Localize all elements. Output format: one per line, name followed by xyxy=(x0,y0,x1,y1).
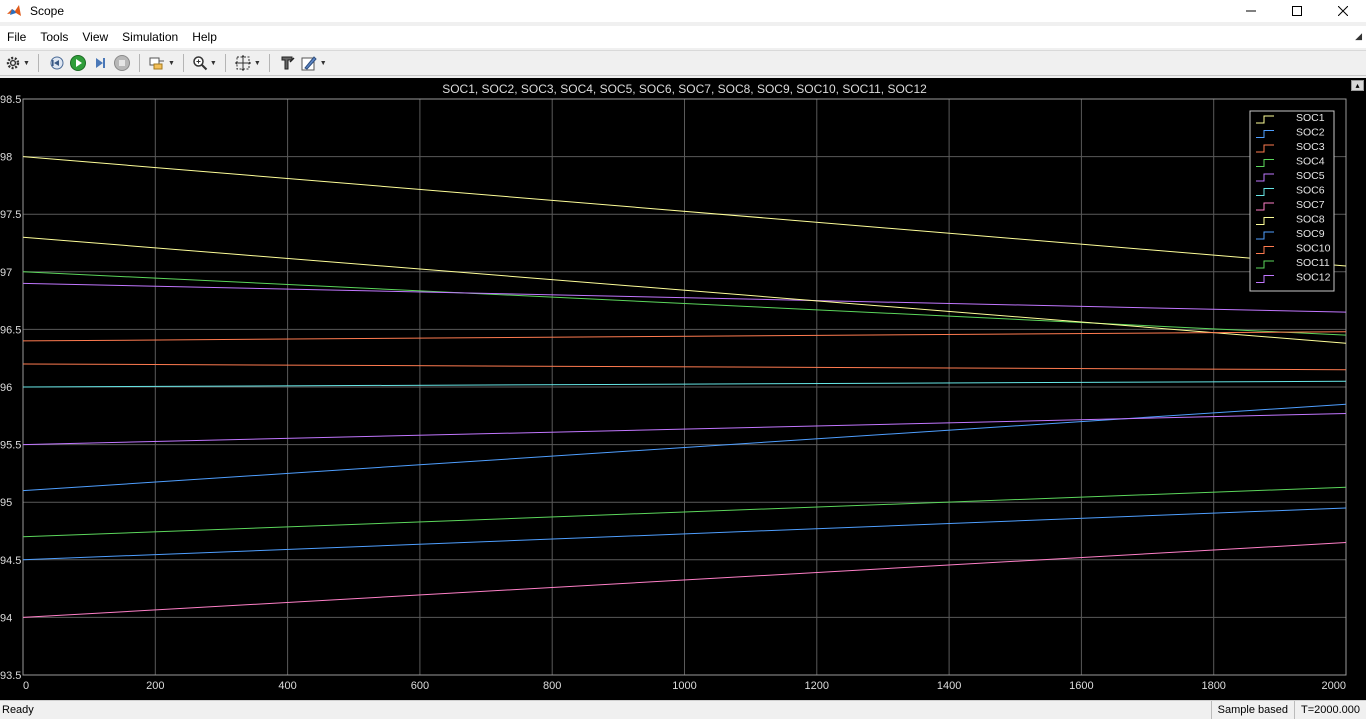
y-tick-label: 98.5 xyxy=(0,94,21,106)
y-tick-label: 94.5 xyxy=(0,555,21,567)
chevron-down-icon[interactable]: ▼ xyxy=(168,60,175,67)
legend-entry: SOC1 xyxy=(1296,112,1325,124)
legend-entry: SOC9 xyxy=(1296,228,1325,240)
minimize-button[interactable] xyxy=(1228,0,1274,22)
legend-entry: SOC3 xyxy=(1296,141,1325,153)
legend-entry: SOC10 xyxy=(1296,243,1331,255)
x-tick-label: 400 xyxy=(278,680,296,692)
scope-plot[interactable]: SOC1, SOC2, SOC3, SOC4, SOC5, SOC6, SOC7… xyxy=(0,78,1366,700)
settings-icon xyxy=(6,56,20,70)
undock-icon[interactable]: ▴ xyxy=(1351,80,1364,91)
zoom-icon xyxy=(193,56,208,71)
toolbar-divider xyxy=(224,54,226,72)
stop-button[interactable] xyxy=(111,52,133,74)
fit-axes-icon xyxy=(234,55,251,71)
window-title: Scope xyxy=(30,4,65,18)
menu-help[interactable]: Help xyxy=(185,26,224,48)
chevron-down-icon[interactable]: ▼ xyxy=(320,60,327,67)
chevron-down-icon[interactable]: ▼ xyxy=(210,60,217,67)
y-tick-label: 98 xyxy=(0,152,12,164)
status-text: Ready xyxy=(2,703,34,716)
y-tick-label: 95.5 xyxy=(0,440,21,452)
toolbar: ▼ ▼ ▼ ▼ ▼ xyxy=(0,50,1366,76)
sample-mode: Sample based xyxy=(1210,701,1294,719)
title-bar: Scope xyxy=(0,0,1366,22)
y-tick-label: 97.5 xyxy=(0,209,21,221)
x-tick-label: 1800 xyxy=(1201,680,1225,692)
y-tick-label: 93.5 xyxy=(0,670,21,682)
menu-file[interactable]: File xyxy=(0,26,33,48)
close-icon xyxy=(1338,6,1348,16)
toolbar-divider xyxy=(37,54,39,72)
x-tick-label: 1400 xyxy=(937,680,961,692)
legend-entry: SOC6 xyxy=(1296,185,1325,197)
x-tick-label: 1200 xyxy=(805,680,829,692)
stop-icon xyxy=(113,55,130,71)
x-tick-label: 0 xyxy=(23,680,29,692)
legend-entry: SOC5 xyxy=(1296,170,1325,182)
legend-entry: SOC4 xyxy=(1296,156,1325,168)
x-tick-label: 1600 xyxy=(1069,680,1093,692)
y-tick-label: 96 xyxy=(0,382,12,394)
y-tick-label: 96.5 xyxy=(0,324,21,336)
menu-simulation[interactable]: Simulation xyxy=(115,26,185,48)
step-forward-button[interactable] xyxy=(89,52,111,74)
legend-entry: SOC11 xyxy=(1296,257,1330,269)
toolbar-divider xyxy=(138,54,140,72)
step-back-button[interactable] xyxy=(45,52,67,74)
maximize-button[interactable] xyxy=(1274,0,1320,22)
settings-button[interactable]: ▼ xyxy=(3,52,32,74)
pin-icon[interactable]: ◢ xyxy=(1355,31,1362,42)
simulation-time: T=2000.000 xyxy=(1293,701,1366,719)
y-tick-label: 97 xyxy=(0,267,12,279)
x-tick-label: 600 xyxy=(411,680,429,692)
close-button[interactable] xyxy=(1320,0,1366,22)
legend-entry: SOC2 xyxy=(1296,127,1325,139)
scope-display[interactable]: SOC1, SOC2, SOC3, SOC4, SOC5, SOC6, SOC7… xyxy=(0,78,1366,700)
run-button[interactable] xyxy=(67,52,89,74)
toolbar-divider xyxy=(182,54,184,72)
style-button[interactable]: ▼ xyxy=(298,52,329,74)
y-tick-label: 94 xyxy=(0,612,12,624)
style-icon xyxy=(301,56,317,71)
menu-tools[interactable]: Tools xyxy=(33,26,75,48)
chevron-down-icon[interactable]: ▼ xyxy=(23,60,30,67)
x-tick-label: 800 xyxy=(543,680,561,692)
matlab-logo-icon xyxy=(7,5,21,16)
menu-view[interactable]: View xyxy=(75,26,115,48)
fit-axes-button[interactable]: ▼ xyxy=(232,52,263,74)
chevron-down-icon[interactable]: ▼ xyxy=(254,60,261,67)
x-tick-label: 1000 xyxy=(672,680,696,692)
status-bar: Ready Sample based T=2000.000 xyxy=(0,700,1366,719)
zoom-button[interactable]: ▼ xyxy=(190,52,219,74)
run-icon xyxy=(69,55,86,71)
highlight-block-button[interactable]: ▼ xyxy=(146,52,177,74)
legend-entry: SOC12 xyxy=(1296,272,1331,284)
step-forward-icon xyxy=(95,58,105,68)
x-tick-label: 2000 xyxy=(1322,680,1346,692)
y-tick-label: 95 xyxy=(0,497,12,509)
step-back-icon xyxy=(50,56,64,70)
minimize-icon xyxy=(1246,10,1256,12)
legend-entry: SOC7 xyxy=(1296,199,1325,211)
menu-bar: File Tools View Simulation Help ◢ xyxy=(0,26,1366,48)
toolbar-divider xyxy=(268,54,270,72)
maximize-icon xyxy=(1292,6,1302,16)
cursor-measure-button[interactable] xyxy=(276,52,298,74)
cursor-measure-icon xyxy=(281,56,295,70)
x-tick-label: 200 xyxy=(146,680,164,692)
legend-entry: SOC8 xyxy=(1296,214,1325,226)
chart-title: SOC1, SOC2, SOC3, SOC4, SOC5, SOC6, SOC7… xyxy=(442,82,927,96)
highlight-block-icon xyxy=(149,57,164,70)
